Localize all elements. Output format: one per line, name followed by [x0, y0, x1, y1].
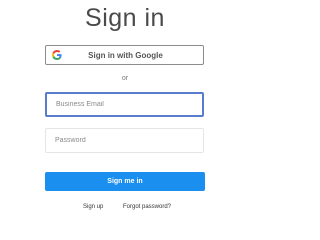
password-field-wrapper	[45, 128, 204, 153]
google-signin-button[interactable]: Sign in with Google	[45, 45, 204, 65]
or-separator: or	[121, 75, 129, 82]
password-field[interactable]	[46, 137, 203, 144]
sign-me-in-button[interactable]: Sign me in	[45, 172, 205, 191]
email-field-wrapper	[45, 92, 204, 117]
google-signin-label: Sign in with Google	[88, 50, 163, 60]
google-g-icon	[52, 50, 62, 60]
signup-link[interactable]: Sign up	[83, 204, 103, 210]
page-title: Sign in	[85, 4, 165, 32]
email-field[interactable]	[47, 101, 202, 108]
forgot-password-link[interactable]: Forgot password?	[123, 204, 171, 210]
